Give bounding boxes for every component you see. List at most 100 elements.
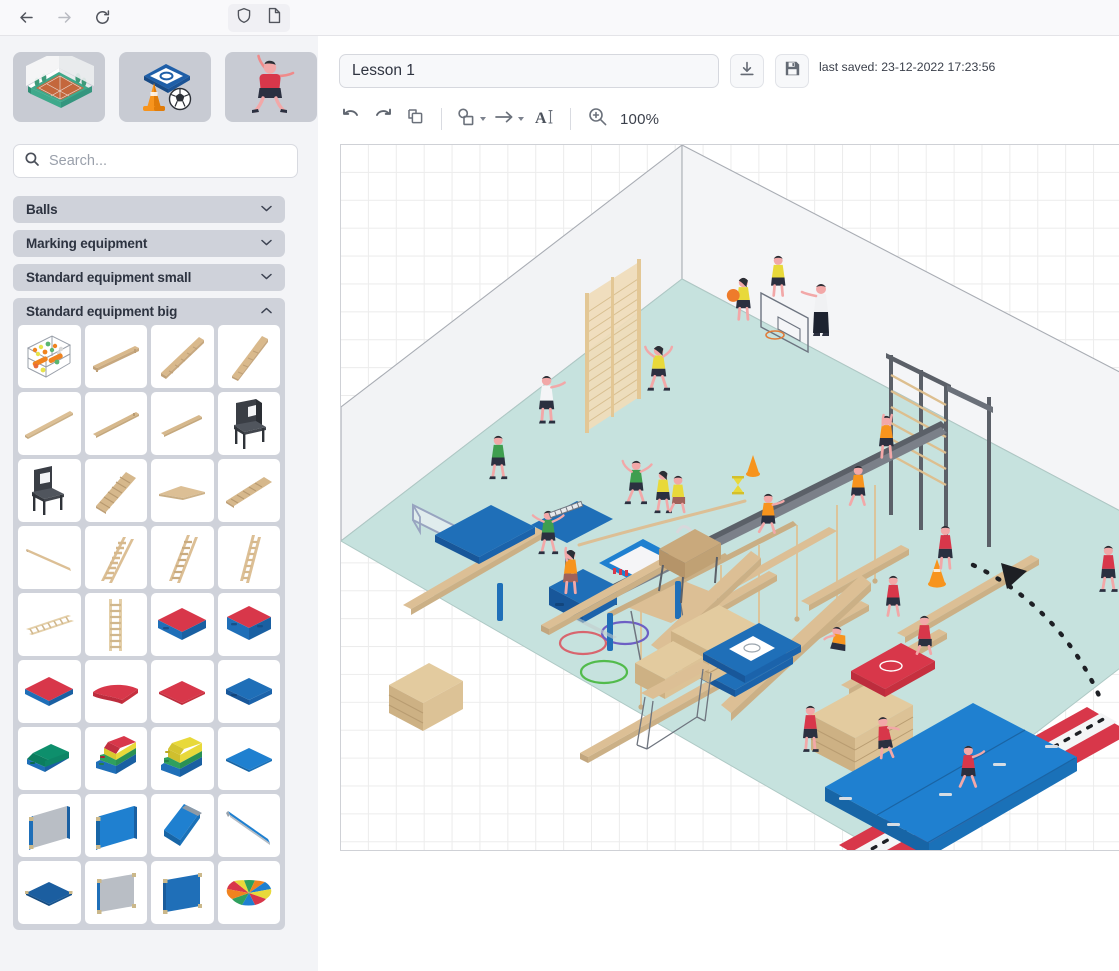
last-saved-status: last saved: 23-12-2022 17:23:56 (819, 60, 995, 74)
sidebar-tab-people[interactable] (225, 52, 317, 122)
page-icon (267, 7, 282, 29)
chevron-down-icon (518, 117, 524, 121)
equipment-item-bench-1[interactable] (85, 325, 148, 388)
equipment-item-panel-grey[interactable] (18, 794, 81, 857)
arrow-tool-button[interactable] (491, 104, 527, 134)
equipment-item-plank-thin[interactable] (151, 459, 214, 522)
save-button[interactable] (775, 54, 809, 88)
sidebar-tab-venue[interactable] (13, 52, 105, 122)
equipment-item-mat-blue-1[interactable] (218, 727, 281, 790)
arrow-left-icon (17, 8, 36, 27)
reload-icon (93, 8, 112, 27)
zoom-level-label: 100% (620, 111, 659, 128)
equipment-item-vault-box-red-2[interactable] (218, 593, 281, 656)
shape-tool-icon (456, 107, 478, 132)
category-standard-equipment-big: Standard equipment big (13, 298, 305, 930)
shape-tool-button[interactable] (453, 104, 489, 134)
sidebar-tab-equipment[interactable] (119, 52, 211, 122)
editor-main: last saved: 23-12-2022 17:23:56 (318, 36, 1119, 971)
equipment-item-pole[interactable] (18, 526, 81, 589)
download-icon (738, 60, 756, 83)
equipment-item-mat-blue-thick[interactable] (218, 660, 281, 723)
category-header-marking-equipment[interactable]: Marking equipment (13, 230, 285, 257)
category-label: Standard equipment small (26, 270, 191, 285)
text-tool-button[interactable]: A (529, 104, 559, 134)
equipment-item-parachute[interactable] (218, 861, 281, 924)
undo-icon (341, 108, 361, 131)
shield-icon (236, 7, 252, 29)
equipment-item-beam-1[interactable] (18, 392, 81, 455)
reader-mode-button[interactable] (262, 5, 288, 31)
equipment-item-panel-blue-2[interactable] (151, 861, 214, 924)
equipment-item-wedge-green[interactable] (18, 727, 81, 790)
chevron-up-icon (261, 306, 272, 317)
equipment-item-tower-yellow[interactable] (151, 727, 214, 790)
equipment-item-chair-1[interactable] (218, 392, 281, 455)
equipment-item-beam-3[interactable] (151, 392, 214, 455)
equipment-item-ribbed-plank-1[interactable] (85, 459, 148, 522)
category-list: Balls Marking equipment Standard equipme… (13, 196, 305, 971)
search-box[interactable] (13, 144, 298, 178)
category-marking-equipment: Marking equipment (13, 230, 305, 257)
editor-toolbar: A 100% (318, 98, 1119, 140)
equipment-item-mat-blue-flat[interactable] (18, 861, 81, 924)
application-root: Balls Marking equipment Standard equipme… (0, 36, 1119, 971)
back-button[interactable] (10, 3, 42, 33)
zoom-in-icon (587, 106, 608, 132)
chevron-down-icon (480, 117, 486, 121)
equipment-grid (13, 319, 285, 930)
equipment-item-ribbed-plank-2[interactable] (218, 459, 281, 522)
zoom-button[interactable] (582, 104, 612, 134)
redo-icon (373, 108, 393, 131)
equipment-item-ladder-2[interactable] (151, 526, 214, 589)
sports-hall-icon (20, 56, 98, 119)
search-input[interactable] (49, 153, 274, 169)
lesson-title-input[interactable] (339, 54, 719, 88)
reload-button[interactable] (86, 3, 118, 33)
category-label: Marking equipment (26, 236, 147, 251)
equipment-icon (130, 56, 200, 119)
equipment-item-bench-3[interactable] (218, 325, 281, 388)
equipment-item-mat-red-flat[interactable] (151, 660, 214, 723)
equipment-item-mat-blue-thin[interactable] (218, 794, 281, 857)
equipment-item-ladder-1[interactable] (85, 526, 148, 589)
arrow-tool-icon (494, 108, 516, 131)
chevron-down-icon (261, 204, 272, 215)
category-header-balls[interactable]: Balls (13, 196, 285, 223)
editor-topbar: last saved: 23-12-2022 17:23:56 (318, 36, 1119, 98)
equipment-item-bench-2[interactable] (151, 325, 214, 388)
gymnasium-scene[interactable] (341, 145, 1119, 850)
equipment-item-mat-blue-folded[interactable] (151, 794, 214, 857)
equipment-item-chair-2[interactable] (18, 459, 81, 522)
equipment-item-ladder-vertical[interactable] (85, 593, 148, 656)
equipment-item-mat-red-1[interactable] (18, 660, 81, 723)
chrome-toolbar-group (228, 4, 290, 32)
category-standard-equipment-small: Standard equipment small (13, 264, 305, 291)
category-header-standard-equipment-small[interactable]: Standard equipment small (13, 264, 285, 291)
equipment-item-panel-blue[interactable] (85, 794, 148, 857)
toolbar-separator (570, 108, 571, 130)
redo-button[interactable] (368, 104, 398, 134)
undo-button[interactable] (336, 104, 366, 134)
shield-button[interactable] (231, 5, 257, 31)
design-canvas[interactable] (340, 144, 1119, 851)
chevron-down-icon (261, 238, 272, 249)
equipment-item-ladder-flat[interactable] (18, 593, 81, 656)
browser-chrome (0, 0, 1119, 36)
equipment-sidebar: Balls Marking equipment Standard equipme… (0, 36, 318, 971)
text-tool-icon: A (533, 107, 555, 132)
equipment-item-ladder-3[interactable] (218, 526, 281, 589)
equipment-item-beam-2[interactable] (85, 392, 148, 455)
equipment-item-ball-cart[interactable] (18, 325, 81, 388)
category-label: Balls (26, 202, 58, 217)
floppy-disk-icon (784, 60, 801, 82)
category-label: Standard equipment big (26, 304, 177, 319)
equipment-item-panel-grey-2[interactable] (85, 861, 148, 924)
equipment-item-vault-box-red-1[interactable] (151, 593, 214, 656)
forward-button[interactable] (48, 3, 80, 33)
equipment-item-mat-red-curved[interactable] (85, 660, 148, 723)
duplicate-button[interactable] (400, 104, 430, 134)
download-button[interactable] (730, 54, 764, 88)
equipment-item-tower-rainbow[interactable] (85, 727, 148, 790)
arrow-right-icon (55, 8, 74, 27)
